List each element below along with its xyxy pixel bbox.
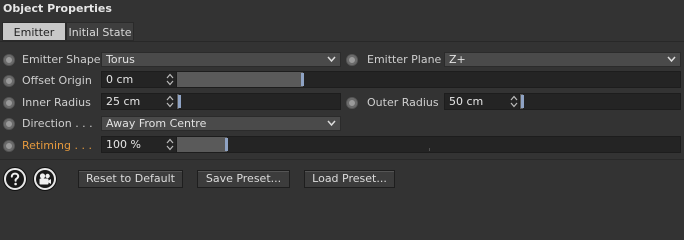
camera-icon bbox=[36, 170, 54, 188]
offset-origin-label: Offset Origin bbox=[22, 74, 92, 87]
emitter-shape-value: Torus bbox=[106, 53, 135, 66]
direction-label: Direction . . . bbox=[22, 117, 93, 130]
animate-dot-offset-origin[interactable] bbox=[3, 75, 15, 87]
slider-handle[interactable] bbox=[301, 73, 304, 86]
panel-title: Object Properties bbox=[3, 2, 112, 15]
stepper-icon[interactable] bbox=[166, 95, 174, 108]
help-button[interactable] bbox=[3, 167, 27, 191]
load-preset-button[interactable]: Load Preset... bbox=[304, 170, 395, 188]
footer-divider bbox=[0, 159, 684, 160]
save-preset-button[interactable]: Save Preset... bbox=[197, 170, 290, 188]
tab-bar: Emitter Initial State bbox=[2, 22, 134, 41]
emitter-shape-dropdown[interactable]: Torus bbox=[101, 52, 341, 67]
direction-dropdown[interactable]: Away From Centre bbox=[101, 116, 341, 131]
content-divider bbox=[0, 41, 684, 42]
chevron-down-icon bbox=[327, 120, 336, 127]
emitter-plane-value: Z+ bbox=[449, 53, 466, 66]
reset-to-default-button[interactable]: Reset to Default bbox=[78, 170, 183, 188]
animate-dot-emitter-plane[interactable] bbox=[346, 54, 358, 66]
slider-handle[interactable] bbox=[178, 95, 181, 108]
animate-dot-direction[interactable] bbox=[3, 118, 15, 130]
stepper-icon[interactable] bbox=[510, 95, 518, 108]
animate-dot-outer-radius[interactable] bbox=[346, 97, 358, 109]
tab-emitter[interactable]: Emitter bbox=[2, 22, 66, 41]
chevron-down-icon bbox=[667, 56, 676, 63]
outer-radius-label: Outer Radius bbox=[367, 96, 439, 109]
retiming-label: Retiming . . . bbox=[22, 139, 92, 152]
animate-dot-emitter-shape[interactable] bbox=[3, 54, 15, 66]
help-icon bbox=[6, 170, 24, 188]
outer-radius-slider[interactable] bbox=[519, 93, 681, 110]
slider-handle[interactable] bbox=[225, 138, 228, 151]
emitter-shape-label: Emitter Shape bbox=[22, 53, 101, 66]
retiming-slider[interactable] bbox=[176, 136, 681, 153]
stepper-icon[interactable] bbox=[166, 138, 174, 151]
direction-value: Away From Centre bbox=[106, 117, 207, 130]
animate-dot-inner-radius[interactable] bbox=[3, 97, 15, 109]
slider-fill bbox=[177, 72, 303, 87]
chevron-down-icon bbox=[327, 56, 336, 63]
camera-button[interactable] bbox=[33, 167, 57, 191]
inner-radius-label: Inner Radius bbox=[22, 96, 91, 109]
animate-dot-retiming[interactable] bbox=[3, 140, 15, 152]
outer-radius-field[interactable]: 50 cm bbox=[444, 93, 520, 110]
tab-initial-state[interactable]: Initial State bbox=[66, 22, 134, 41]
inner-radius-slider[interactable] bbox=[176, 93, 341, 110]
offset-origin-slider[interactable] bbox=[176, 71, 681, 88]
slider-handle[interactable] bbox=[521, 95, 524, 108]
stepper-icon[interactable] bbox=[166, 73, 174, 86]
slider-tick bbox=[429, 148, 430, 151]
slider-fill bbox=[177, 137, 227, 152]
emitter-plane-label: Emitter Plane bbox=[367, 53, 442, 66]
emitter-plane-dropdown[interactable]: Z+ bbox=[444, 52, 681, 67]
